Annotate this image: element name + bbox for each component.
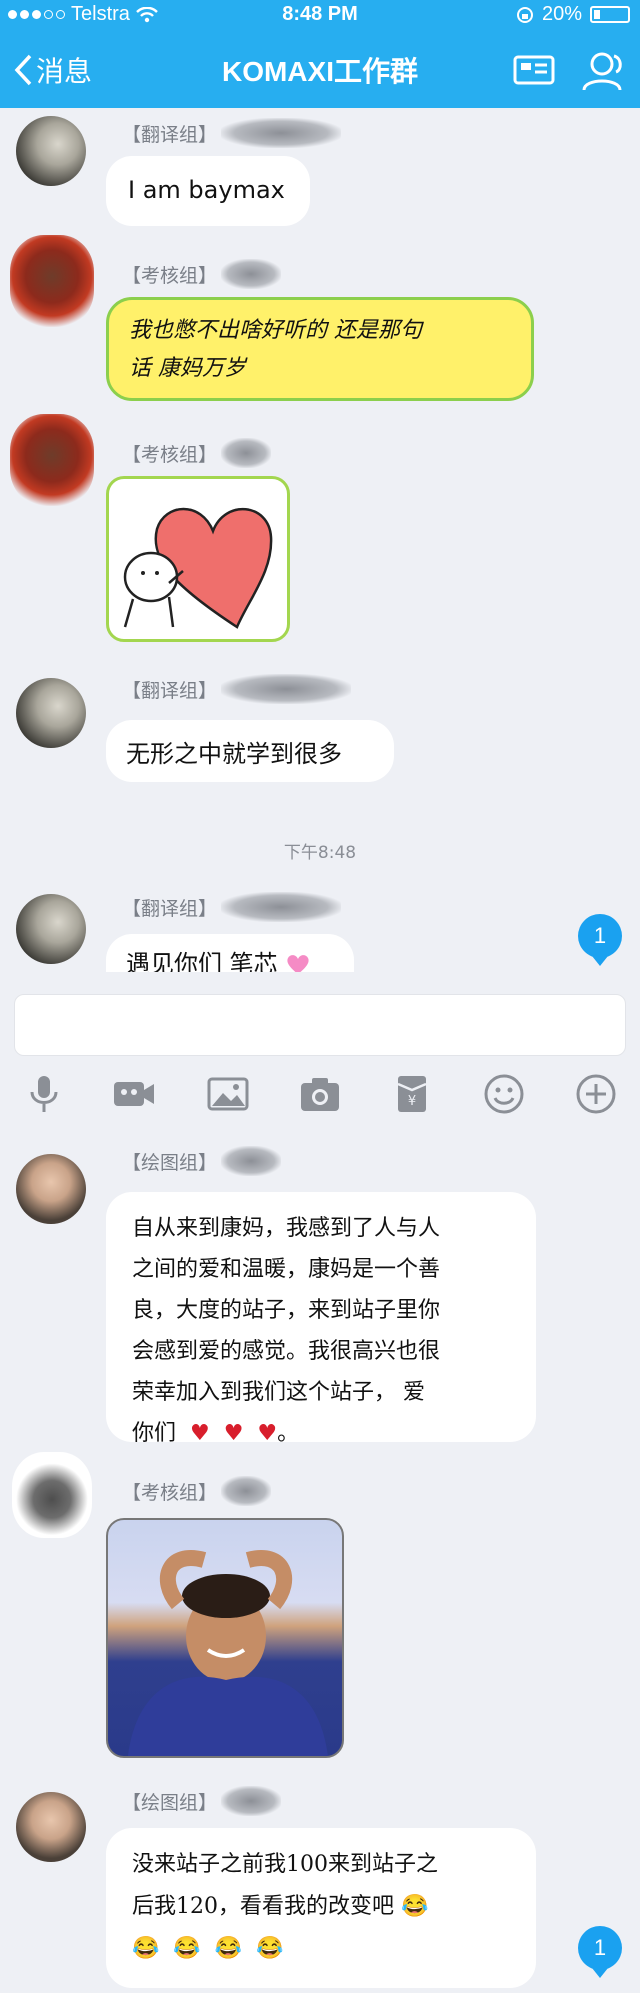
plus-icon[interactable] [574,1072,618,1116]
sender-tag: 【绘图组】 [122,1791,218,1814]
avatar[interactable] [10,414,94,506]
avatar[interactable] [16,678,86,748]
battery-percent: 20% [541,3,582,25]
message-line: 良，大度的站子，来到站子里你 [132,1298,441,1323]
timestamp: 下午8:48 [283,843,357,863]
laughing-emoji-icon: 😂 [401,1894,429,1919]
input-area: ¥ [0,972,640,1126]
group-members-icon[interactable] [580,50,624,91]
message-line: 你们 [132,1421,177,1446]
blurred-name [221,892,342,922]
red-packet-icon[interactable]: ¥ [390,1072,434,1116]
sender-tag: 【考核组】 [122,264,218,287]
message-line: 话 康妈万岁 [129,356,246,381]
blurred-name [221,438,272,468]
blurred-name [221,259,282,289]
message-line: 自从来到康妈，我感到了人与人 [132,1216,441,1241]
battery-icon [590,6,630,23]
sender-name: 【翻译组】 [122,892,342,922]
message-bubble[interactable]: 自从来到康妈，我感到了人与人 之间的爱和温暖，康妈是一个善 良，大度的站子，来到… [106,1192,536,1446]
message-bubble[interactable]: 遇见你们 笔芯 [106,934,354,978]
sender-tag: 【翻译组】 [122,123,218,146]
image-icon[interactable] [206,1072,250,1116]
blurred-name [221,674,352,704]
rotation-lock-icon [516,6,533,23]
message-bubble[interactable]: I am baymax [106,156,310,226]
input-toolbar: ¥ [0,1072,640,1118]
nav-bar: 消息 KOMAXI工作群 [0,32,640,108]
sender-tag: 【翻译组】 [122,897,218,920]
status-right: 20% [516,3,630,26]
message-line: 我也憋不出啥好听的 还是那句 [129,318,422,343]
sender-tag: 【考核组】 [122,1481,218,1504]
sender-tag: 【绘图组】 [122,1151,218,1174]
message-line-last: 你们 ♥ ♥ ♥。 [132,1421,300,1446]
message-line: 没来站子之前我100来到站子之 [132,1852,438,1877]
sender-name: 【翻译组】 [122,118,342,148]
message-line: 后我120，看看我的改变吧 [132,1894,394,1919]
unread-badge[interactable]: 1 [578,914,622,966]
group-card-icon[interactable] [512,50,556,90]
emoji-icon[interactable] [482,1072,526,1116]
avatar[interactable] [12,1452,92,1538]
status-bar: Telstra 8:48 PM 20% [0,0,640,32]
blurred-name [221,1786,282,1816]
message-line: 荣幸加入到我们这个站子， 爱 [132,1380,425,1405]
avatar[interactable] [16,116,86,186]
sender-name: 【考核组】 [122,1476,272,1506]
video-icon[interactable] [112,1072,156,1116]
sender-name: 【考核组】 [122,259,282,289]
blurred-name [221,118,342,148]
message-line: 会感到爱的感觉。我很高兴也很 [132,1339,441,1364]
sender-name: 【绘图组】 [122,1146,282,1176]
message-line: 之间的爱和温暖，康妈是一个善 [132,1257,441,1282]
avatar[interactable] [16,1792,86,1862]
message-bubble[interactable]: 我也憋不出啥好听的 还是那句 话 康妈万岁 [106,297,534,401]
microphone-icon[interactable] [22,1072,66,1116]
sender-name: 【绘图组】 [122,1786,282,1816]
message-input[interactable] [14,994,626,1056]
message-bubble[interactable]: 没来站子之前我100来到站子之 后我120，看看我的改变吧 😂 😂 😂 😂 😂 [106,1828,536,1988]
message-line-2: 后我120，看看我的改变吧 😂 [132,1886,510,1928]
sender-name: 【考核组】 [122,438,272,468]
svg-text:¥: ¥ [408,1094,416,1109]
sender-name: 【翻译组】 [122,674,352,704]
blurred-name [221,1476,272,1506]
blurred-name [221,1146,282,1176]
avatar[interactable] [10,235,94,327]
heart-emoji-icon: ♥ ♥ ♥ [183,1421,278,1446]
photo-of-person[interactable] [106,1518,344,1758]
avatar[interactable] [16,1154,86,1224]
sender-tag: 【翻译组】 [122,679,218,702]
sender-tag: 【考核组】 [122,443,218,466]
heart-sticker-icon [123,507,273,629]
message-bubble[interactable]: 无形之中就学到很多 [106,720,394,782]
heart-sticker[interactable] [106,476,290,642]
camera-icon[interactable] [298,1072,342,1116]
laughing-emoji-row: 😂 😂 😂 😂 [132,1936,284,1961]
photo-image [128,1550,328,1756]
unread-badge[interactable]: 1 [578,1926,622,1978]
avatar[interactable] [16,894,86,964]
